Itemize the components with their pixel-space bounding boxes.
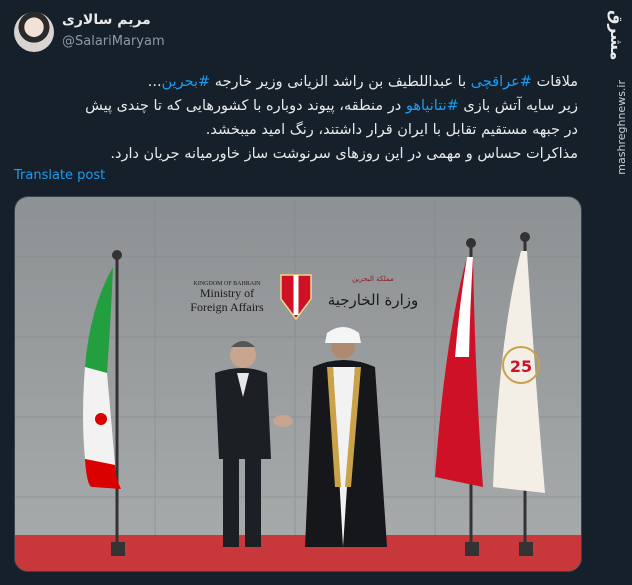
sign-ministry: Ministry of (200, 286, 254, 300)
handshake (273, 415, 293, 427)
tweet-card: مریم سالاری @SalariMaryam ملاقات #عراقچی… (0, 0, 632, 585)
tweet-text-segment: ملاقات (531, 74, 578, 90)
tweet-text-segment: زیر سایه آتش بازی (458, 98, 578, 114)
tweet-line: در جبهه مستقیم تقابل با ایران قرار داشتن… (14, 118, 578, 142)
author-name[interactable]: مریم سالاری (62, 12, 151, 28)
red-carpet (15, 535, 581, 571)
sign-arabic-small: مملكة البحرين (352, 275, 394, 283)
tweet-line: زیر سایه آتش بازی #نتانیاهو در منطقه، پی… (14, 94, 578, 118)
tweet-text: ملاقات #عراقچی با عبداللطیف بن راشد الزی… (14, 70, 578, 166)
mashregh-logo: مشرق (607, 10, 626, 61)
tweet-text-segment: ... (147, 74, 162, 90)
tweet-line: مذاکرات حساس و مهمی در این روزهای سرنوشت… (14, 142, 578, 166)
author-handle[interactable]: @SalariMaryam (62, 34, 165, 49)
photo-illustration: KINGDOM OF BAHRAIN Ministry of Foreign A… (15, 197, 581, 571)
anniversary-number: 25 (510, 357, 532, 376)
sign-arabic: وزارة الخارجية (328, 291, 419, 309)
tweet-photo[interactable]: KINGDOM OF BAHRAIN Ministry of Foreign A… (14, 196, 582, 572)
tweet-text-segment: در منطقه، پیوند دوباره با کشورهایی که تا… (85, 98, 406, 114)
translate-post-link[interactable]: Translate post (14, 168, 105, 183)
tweet-text-segment: در جبهه مستقیم تقابل با ایران قرار داشتن… (205, 122, 578, 138)
sign-foreign-affairs: Foreign Affairs (190, 300, 264, 314)
avatar[interactable] (14, 12, 54, 52)
tweet-line: ملاقات #عراقچی با عبداللطیف بن راشد الزی… (14, 70, 578, 94)
hashtag-link[interactable]: #نتانیاهو (406, 98, 459, 114)
watermark-strip: مشرق mashreghnews.ir (606, 0, 632, 585)
hashtag-link[interactable]: #بحرین (162, 74, 211, 90)
hashtag-link[interactable]: #عراقچی (471, 74, 532, 90)
tweet-text-segment: مذاکرات حساس و مهمی در این روزهای سرنوشت… (110, 146, 578, 162)
watermark-url: mashreghnews.ir (615, 80, 628, 175)
tweet-text-segment: با عبداللطیف بن راشد الزیانی وزیر خارجه (210, 74, 471, 90)
